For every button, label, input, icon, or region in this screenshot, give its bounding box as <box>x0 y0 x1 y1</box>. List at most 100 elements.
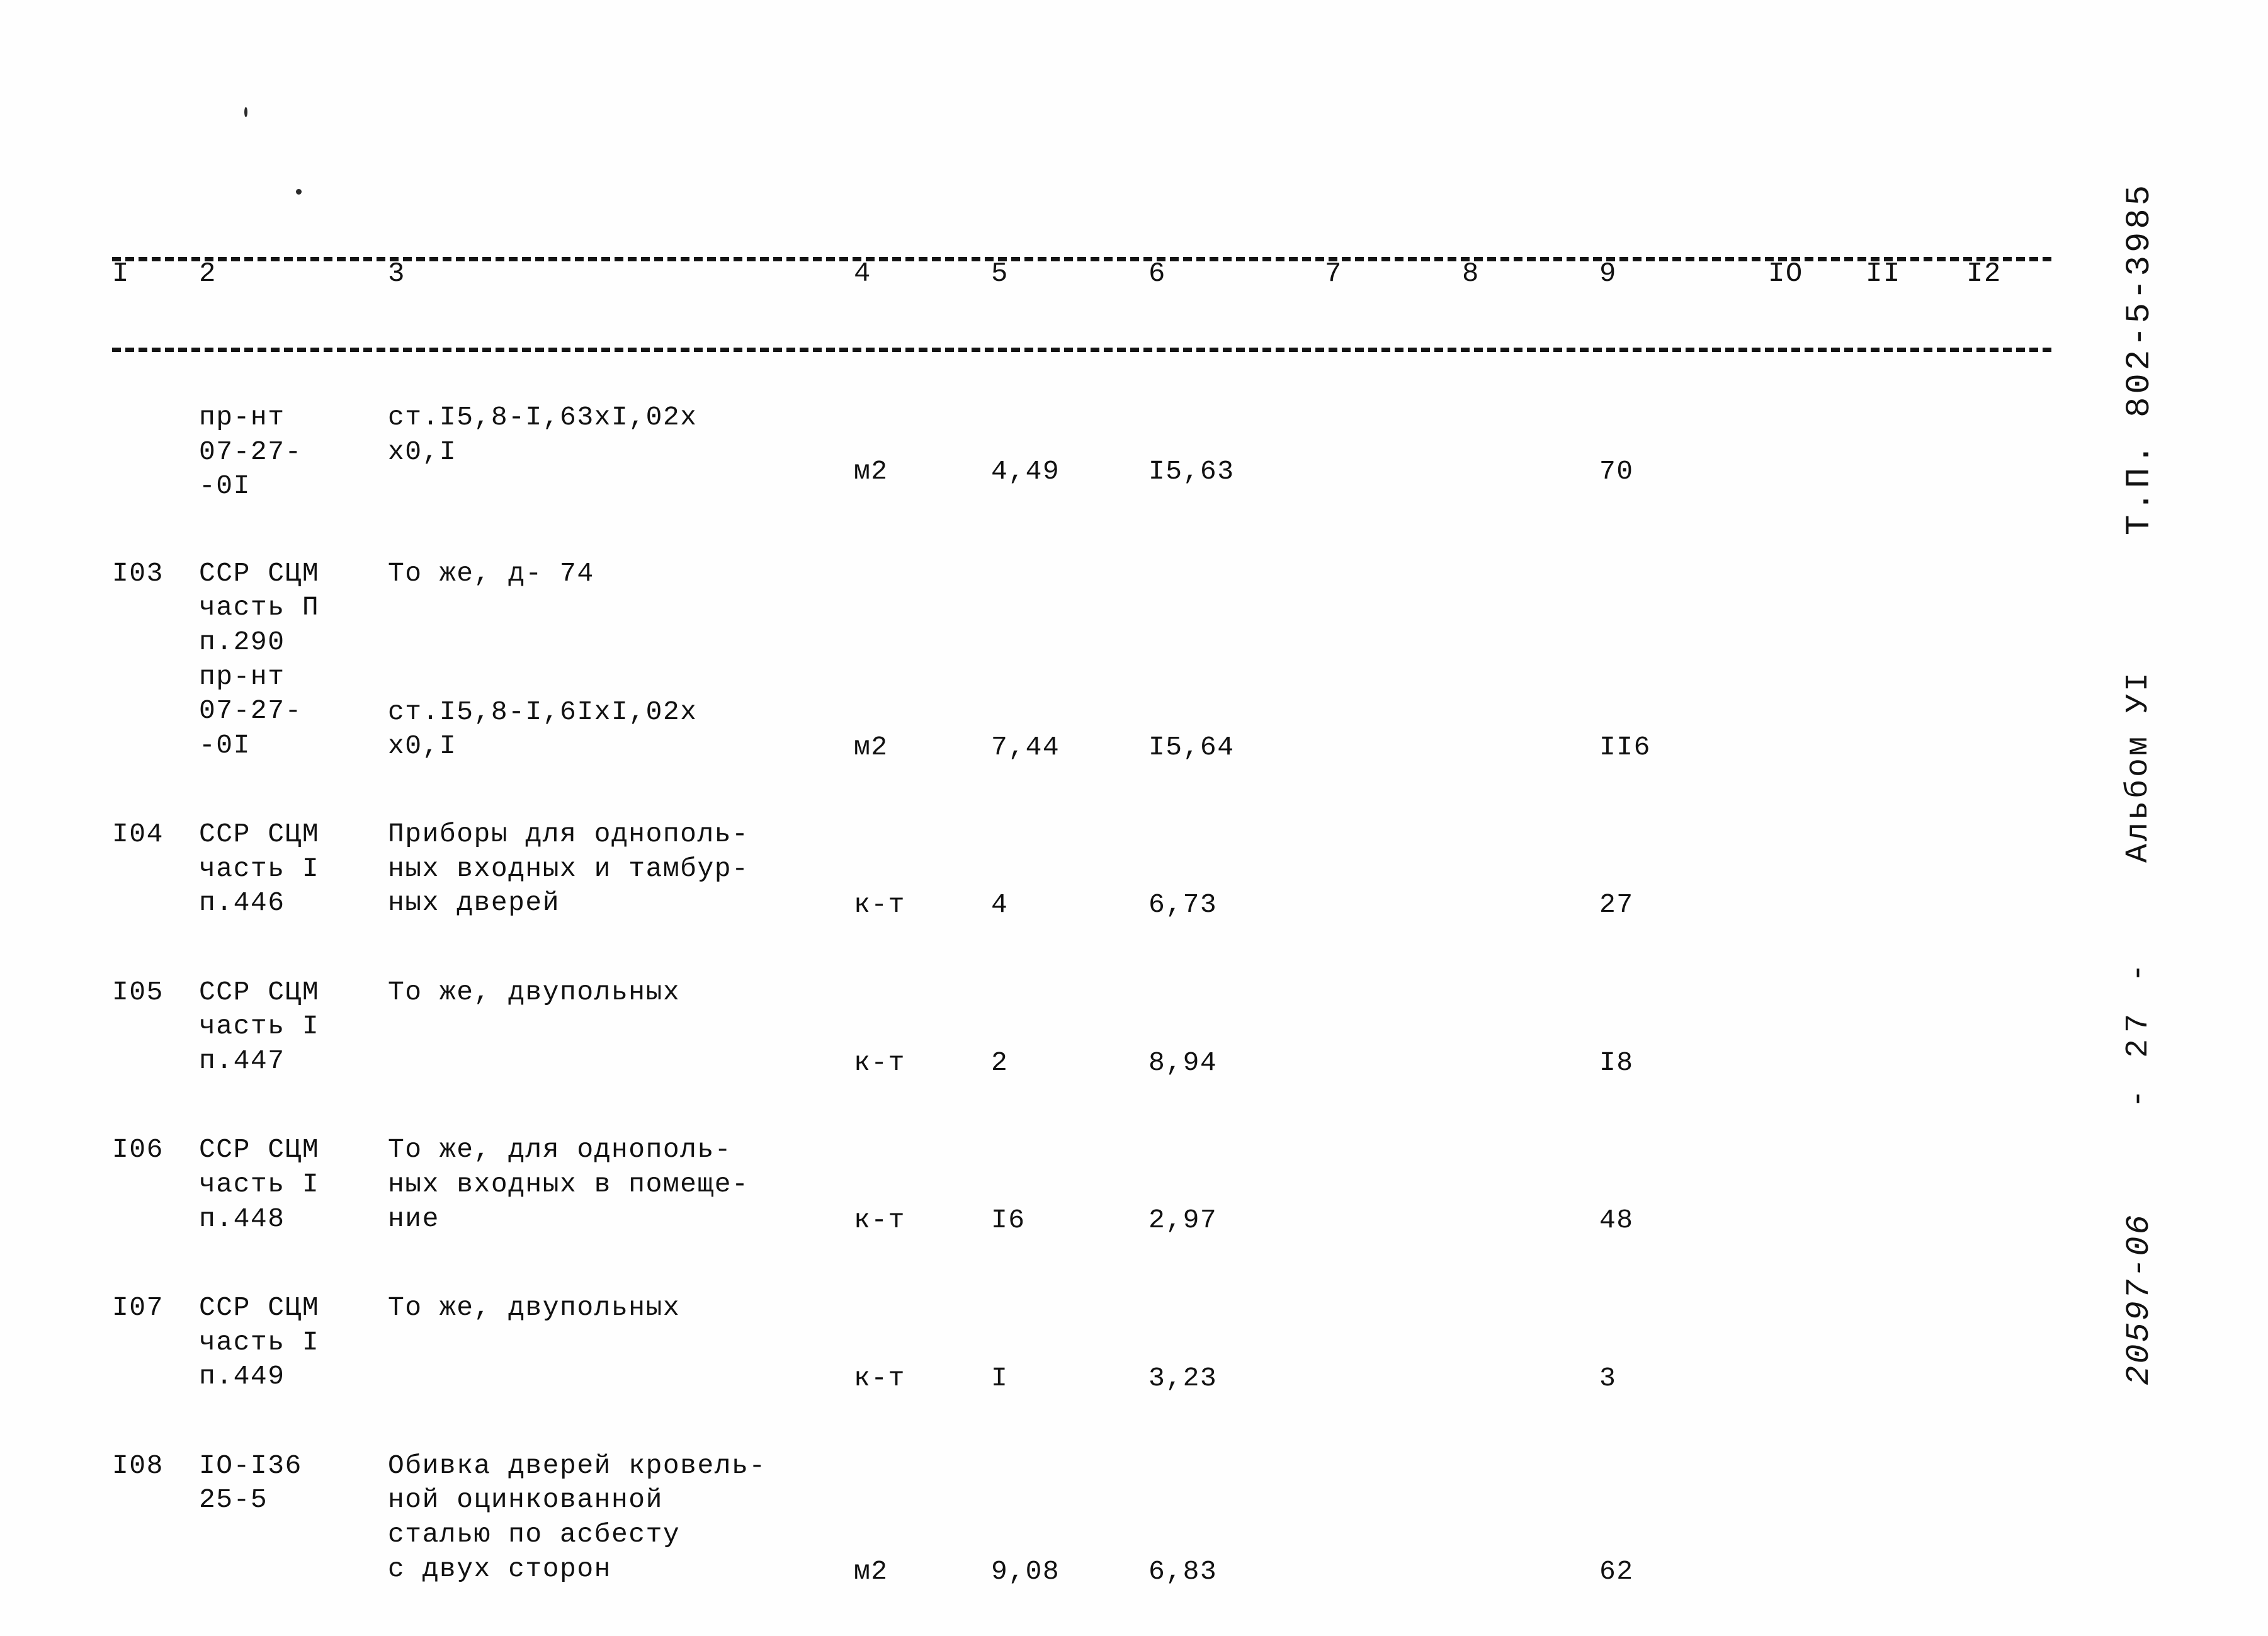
spacer-cell <box>1768 1238 1866 1291</box>
cell-col12 <box>1966 817 2051 923</box>
spacer-cell <box>1462 1396 1599 1449</box>
cell-total: 48 <box>1599 1205 1634 1236</box>
spacer-cell <box>1866 0 1966 257</box>
cell-col12 <box>1966 1291 2051 1396</box>
column-number-11: II <box>1866 258 1901 290</box>
cell-col12 <box>1966 1133 2051 1238</box>
spacer-cell <box>1866 764 1966 817</box>
spacer-cell <box>1599 348 1768 400</box>
spacer-cell <box>1325 0 1462 257</box>
spacer-cell <box>112 764 199 817</box>
spacer-cell <box>1599 1396 1768 1449</box>
spacer-cell <box>1966 1080 2051 1133</box>
spacer-cell <box>1462 1238 1599 1291</box>
cell-total: I8 <box>1599 1047 1634 1078</box>
cell-total: 62 <box>1599 1555 1634 1587</box>
spacer-cell <box>1599 1080 1768 1133</box>
spacer-cell <box>388 504 854 557</box>
table-row: I03 ССР СЦМ часть П п.290 То же, д- 74 <box>112 557 2051 660</box>
spacer-cell <box>854 764 991 817</box>
cell-unit: м2 <box>854 456 888 487</box>
spacer-cell <box>1966 1238 2051 1291</box>
cell-col10 <box>1768 1449 1866 1589</box>
document-page: I 2 3 4 5 6 7 8 9 IO II I2 пр-нт 07-27- … <box>0 0 2268 1636</box>
cell-unit: к-т <box>854 889 905 921</box>
spacer-cell <box>1325 1396 1462 1449</box>
spacer-cell <box>1966 0 2051 257</box>
cell-quantity: 2 <box>991 1047 1009 1078</box>
spacer-cell <box>388 1238 854 1291</box>
cell-col11 <box>1866 975 1966 1081</box>
spacer-cell <box>112 348 199 400</box>
spacer-cell <box>1866 504 1966 557</box>
spacer-cell <box>112 0 199 257</box>
spacer-cell <box>854 1238 991 1291</box>
column-number-row: I 2 3 4 5 6 7 8 9 IO II I2 <box>112 257 2051 348</box>
cell-price: I5,64 <box>1148 731 1235 763</box>
cell-col8 <box>1462 817 1599 923</box>
spacer-cell <box>1599 764 1768 817</box>
cell-col7 <box>1325 817 1462 923</box>
cell-item-number <box>112 660 199 765</box>
spacer-cell <box>991 504 1148 557</box>
row-gap <box>112 504 2051 557</box>
header-gap-row <box>112 348 2051 400</box>
table-row: I07 ССР СЦМ часть I п.449 То же, двуполь… <box>112 1291 2051 1396</box>
spacer-cell <box>1966 348 2051 400</box>
spacer-cell <box>1866 348 1966 400</box>
column-number-9: 9 <box>1599 258 1617 290</box>
spacer-cell <box>199 1080 388 1133</box>
spacer-cell <box>1325 923 1462 975</box>
spacer-cell <box>991 348 1148 400</box>
cell-item-number: I05 <box>112 976 164 1008</box>
cell-unit: к-т <box>854 1047 905 1078</box>
spacer-cell <box>991 1080 1148 1133</box>
spacer-cell <box>1966 923 2051 975</box>
cell-quantity: 9,08 <box>991 1555 1060 1587</box>
cell-description: То же, для однополь- ных входных в помещ… <box>388 1134 749 1234</box>
spacer-cell <box>112 504 199 557</box>
cell-price: 6,83 <box>1148 1555 1218 1587</box>
table-row: I06 ССР СЦМ часть I п.448 То же, для одн… <box>112 1133 2051 1238</box>
cell-price: I5,63 <box>1148 456 1235 487</box>
cell-col12 <box>1966 557 2051 660</box>
column-number-3: 3 <box>388 258 405 290</box>
table-row: пр-нт 07-27- -0I ст.I5,8-I,6IxI,02x х0,I… <box>112 660 2051 765</box>
cell-description: То же, д- 74 <box>388 557 594 589</box>
spacer-cell <box>991 764 1148 817</box>
cell-item-number <box>112 400 199 504</box>
spacer-cell <box>112 1080 199 1133</box>
spacer-cell <box>1325 504 1462 557</box>
spacer-cell <box>854 504 991 557</box>
cell-col11 <box>1866 1291 1966 1396</box>
spacer-cell <box>199 1238 388 1291</box>
cell-price: 3,23 <box>1148 1363 1218 1394</box>
cell-col11 <box>1866 400 1966 504</box>
table-row: I08 IO-I36 25-5 Обивка дверей кровель- н… <box>112 1449 2051 1589</box>
cell-col10 <box>1768 660 1866 765</box>
cell-description: ст.I5,8-I,6IxI,02x х0,I <box>388 696 698 762</box>
table-lead-spacer <box>112 0 2051 257</box>
cell-source: ССР СЦМ часть П п.290 <box>199 557 320 658</box>
cell-unit: м2 <box>854 731 888 763</box>
spacer-cell <box>1325 1080 1462 1133</box>
spacer-cell <box>991 1238 1148 1291</box>
cell-unit: м2 <box>854 1555 888 1587</box>
spacer-cell <box>1966 764 2051 817</box>
spacer-cell <box>854 348 991 400</box>
cell-item-number: I04 <box>112 819 164 850</box>
cell-total: II6 <box>1599 731 1651 763</box>
spacer-cell <box>1148 1080 1325 1133</box>
column-number-10: IO <box>1768 258 1803 290</box>
spacer-cell <box>991 0 1148 257</box>
cell-col11 <box>1866 557 1966 660</box>
spacer-cell <box>199 348 388 400</box>
cell-col8 <box>1462 975 1599 1081</box>
cell-col10 <box>1768 817 1866 923</box>
spacer-cell <box>388 1396 854 1449</box>
spacer-cell <box>1866 923 1966 975</box>
cell-source: ССР СЦМ часть I п.448 <box>199 1134 320 1234</box>
spacer-cell <box>1462 923 1599 975</box>
spacer-cell <box>112 1238 199 1291</box>
cell-source: ССР СЦМ часть I п.446 <box>199 819 320 919</box>
